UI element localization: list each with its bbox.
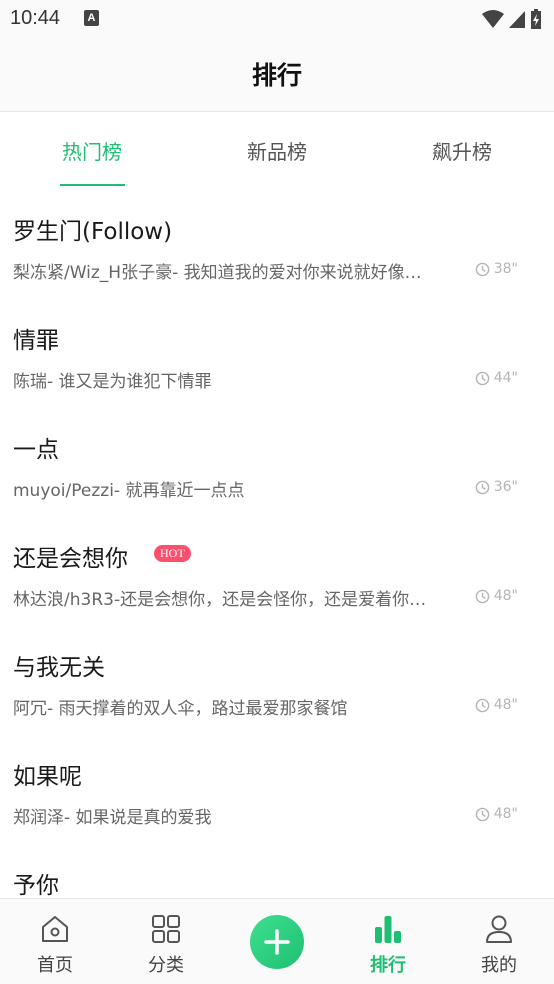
song-title: 情罪 — [13, 328, 59, 354]
song-title: 予你 — [13, 873, 59, 898]
nav-mine[interactable]: 我的 — [454, 913, 544, 977]
duration-text: 36" — [493, 479, 518, 495]
song-subtitle: 郑润泽- 如果说是真的爱我 — [13, 808, 212, 828]
status-icons — [482, 8, 542, 30]
clock-icon — [475, 371, 490, 385]
song-title: 还是会想你 — [13, 546, 128, 572]
nav-home-label: 首页 — [37, 955, 73, 976]
nav-ranking[interactable]: 排行 — [343, 913, 433, 977]
song-duration: 44" — [475, 370, 518, 386]
song-subtitle: 阿冗- 雨天撑着的双人伞，路过最爱那家餐馆 — [13, 699, 348, 719]
nav-mine-label: 我的 — [481, 955, 517, 976]
add-button[interactable] — [250, 915, 304, 969]
status-time: 10:44 — [10, 7, 61, 29]
song-title: 罗生门(Follow) — [13, 219, 173, 245]
home-icon — [42, 916, 68, 942]
duration-text: 38" — [493, 261, 518, 277]
song-duration: 48" — [475, 697, 518, 713]
status-bar: 10:44 A — [0, 0, 554, 38]
song-subtitle: 林达浪/h3R3-还是会想你，还是会怪你，还是爱着你… — [13, 590, 427, 610]
tab-hot[interactable]: 热门榜 — [22, 136, 162, 165]
nav-home[interactable]: 首页 — [10, 913, 100, 977]
page-title: 排行 — [251, 61, 302, 90]
song-title: 如果呢 — [13, 764, 82, 790]
tab-rising[interactable]: 飙升榜 — [392, 136, 532, 165]
bar-chart-icon — [375, 916, 401, 943]
duration-text: 48" — [493, 588, 518, 604]
list-item[interactable]: 罗生门(Follow) 梨冻紧/Wiz_H张子豪- 我知道我的爱对你来说就好像…… — [0, 188, 554, 297]
list-item[interactable]: 情罪 陈瑞- 谁又是为谁犯下情罪 44" — [0, 297, 554, 406]
song-list: 罗生门(Follow) 梨冻紧/Wiz_H张子豪- 我知道我的爱对你来说就好像…… — [0, 188, 554, 898]
ranking-tabs: 热门榜 新品榜 飙升榜 — [0, 112, 554, 188]
song-duration: 48" — [475, 588, 518, 604]
song-title: 与我无关 — [13, 655, 105, 681]
duration-text: 48" — [493, 806, 518, 822]
clock-icon — [475, 262, 490, 276]
duration-text: 48" — [493, 697, 518, 713]
tab-new[interactable]: 新品榜 — [207, 136, 347, 165]
list-item[interactable]: 与我无关 阿冗- 雨天撑着的双人伞，路过最爱那家餐馆 48" — [0, 624, 554, 733]
nav-ranking-label: 排行 — [370, 955, 406, 976]
tab-indicator — [60, 184, 125, 186]
duration-text: 44" — [493, 370, 518, 386]
grid-icon — [152, 915, 180, 943]
app-header: 排行 — [0, 38, 554, 112]
clock-icon — [475, 698, 490, 712]
song-subtitle: 陈瑞- 谁又是为谁犯下情罪 — [13, 372, 212, 392]
clock-icon — [475, 589, 490, 603]
list-item[interactable]: 还是会想你 HOT 林达浪/h3R3-还是会想你，还是会怪你，还是爱着你… 48… — [0, 515, 554, 624]
clock-icon — [475, 807, 490, 821]
song-duration: 38" — [475, 261, 518, 277]
list-item[interactable]: 予你 — [0, 842, 554, 898]
song-subtitle: muyoi/Pezzi- 就再靠近一点点 — [13, 481, 245, 501]
notification-icon: A — [84, 10, 99, 26]
nav-category-label: 分类 — [148, 955, 184, 976]
list-item[interactable]: 如果呢 郑润泽- 如果说是真的爱我 48" — [0, 733, 554, 842]
signal-icon — [509, 11, 525, 28]
song-title: 一点 — [13, 437, 59, 463]
hot-badge: HOT — [154, 545, 191, 562]
song-duration: 36" — [475, 479, 518, 495]
plus-icon — [264, 929, 290, 955]
nav-category[interactable]: 分类 — [121, 913, 211, 977]
list-item[interactable]: 一点 muyoi/Pezzi- 就再靠近一点点 36" — [0, 406, 554, 515]
wifi-icon — [482, 10, 504, 28]
user-icon — [486, 915, 512, 943]
song-subtitle: 梨冻紧/Wiz_H张子豪- 我知道我的爱对你来说就好像… — [13, 263, 422, 283]
song-duration: 48" — [475, 806, 518, 822]
battery-icon — [531, 9, 541, 29]
clock-icon — [475, 480, 490, 494]
bottom-nav: 首页 分类 排行 我的 — [0, 898, 554, 984]
